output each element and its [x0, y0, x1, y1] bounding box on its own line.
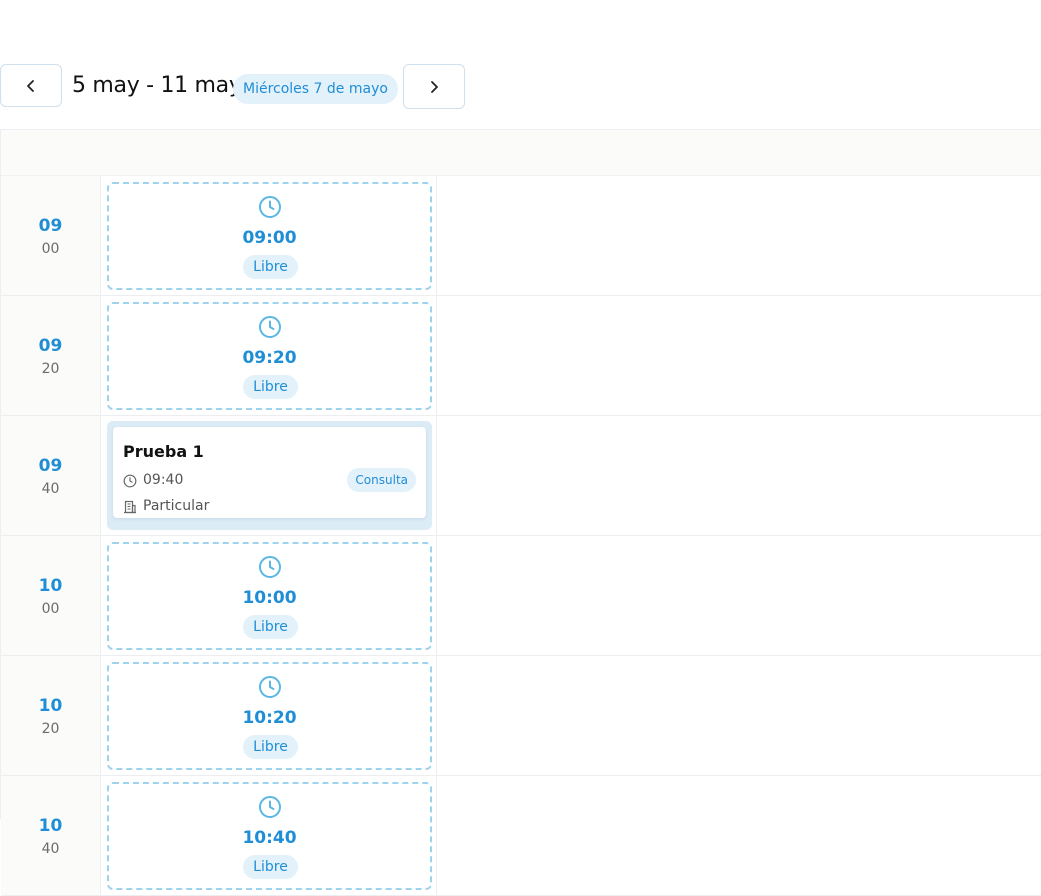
slot-clock: [258, 795, 282, 819]
appointment-type-badge: Consulta: [347, 468, 416, 492]
chevron-right-icon: [431, 80, 438, 93]
schedule-grid: 09 00 09:00 Libre 09 20 09:20 Libre 09 4…: [0, 129, 1041, 896]
time-hour: 10: [38, 696, 63, 716]
slot-status-badge: Libre: [243, 375, 298, 399]
slot-clock: [258, 555, 282, 579]
slot-status-badge: Libre: [243, 855, 298, 879]
schedule-row: 09 40 Prueba 1 09:40 Consulta Particular: [1, 416, 1041, 536]
time-hour: 09: [38, 456, 63, 476]
time-minute: 20: [41, 361, 60, 377]
free-slot[interactable]: 09:20 Libre: [107, 302, 432, 410]
appointment-time: 09:40: [143, 472, 184, 488]
time-minute: 40: [41, 841, 60, 857]
slot-cell: 09:20 Libre: [101, 296, 437, 415]
slot-clock: [258, 195, 282, 219]
free-slot[interactable]: 09:00 Libre: [107, 182, 432, 290]
slot-clock: [258, 675, 282, 699]
slot-time: 10:00: [242, 588, 297, 608]
time-label: 10 40: [1, 776, 101, 895]
time-hour: 09: [38, 336, 63, 356]
time-label: 10 00: [1, 536, 101, 655]
appointment-card[interactable]: Prueba 1 09:40 Consulta Particular: [113, 427, 426, 518]
slot-time: 10:20: [242, 708, 297, 728]
time-hour: 10: [38, 576, 63, 596]
free-slot[interactable]: 10:40 Libre: [107, 782, 432, 890]
time-minute: 40: [41, 481, 60, 497]
schedule-row: 10 20 10:20 Libre: [1, 656, 1041, 776]
calendar-toolbar: 5 may - 11 may Miércoles 7 de mayo: [0, 64, 1041, 109]
appointment-time-icon: [123, 473, 137, 488]
schedule-row: 09 20 09:20 Libre: [1, 296, 1041, 416]
time-minute: 00: [41, 241, 60, 257]
schedule-row: 10 40 10:40 Libre: [1, 776, 1041, 896]
slot-cell: 09:00 Libre: [101, 176, 437, 295]
clock-icon: [259, 796, 281, 818]
week-range-title: 5 may - 11 may: [72, 73, 242, 98]
time-minute: 20: [41, 721, 60, 737]
schedule-rows: 09 00 09:00 Libre 09 20 09:20 Libre 09 4…: [1, 176, 1041, 896]
schedule-row: 10 00 10:00 Libre: [1, 536, 1041, 656]
schedule-row: 09 00 09:00 Libre: [1, 176, 1041, 296]
slot-time: 09:20: [242, 348, 297, 368]
free-slot[interactable]: 10:20 Libre: [107, 662, 432, 770]
time-hour: 10: [38, 816, 63, 836]
clock-icon: [123, 474, 137, 488]
slot-status-badge: Libre: [243, 255, 298, 279]
previous-week-button[interactable]: [0, 64, 62, 107]
chevron-left-icon: [27, 79, 34, 92]
appointment-slot: Prueba 1 09:40 Consulta Particular: [107, 421, 432, 530]
slot-status-badge: Libre: [243, 735, 298, 759]
free-slot[interactable]: 10:00 Libre: [107, 542, 432, 650]
time-hour: 09: [38, 216, 63, 236]
slot-cell: 10:40 Libre: [101, 776, 437, 895]
time-label: 09 20: [1, 296, 101, 415]
clock-icon: [259, 196, 281, 218]
slot-time: 10:40: [242, 828, 297, 848]
clock-icon: [259, 676, 281, 698]
time-label: 09 00: [1, 176, 101, 295]
clock-icon: [259, 316, 281, 338]
slot-cell: 10:00 Libre: [101, 536, 437, 655]
building-icon: [124, 500, 136, 514]
time-minute: 00: [41, 601, 60, 617]
appointment-insurance: Particular: [143, 498, 210, 514]
today-chip[interactable]: Miércoles 7 de mayo: [233, 74, 398, 104]
grid-header: [1, 130, 1041, 176]
slot-status-badge: Libre: [243, 615, 298, 639]
clock-icon: [259, 556, 281, 578]
slot-cell: 10:20 Libre: [101, 656, 437, 775]
time-label: 10 20: [1, 656, 101, 775]
slot-time: 09:00: [242, 228, 297, 248]
slot-clock: [258, 315, 282, 339]
time-label: 09 40: [1, 416, 101, 535]
appointment-title: Prueba 1: [123, 442, 204, 461]
slot-cell: Prueba 1 09:40 Consulta Particular: [101, 416, 437, 535]
next-week-button[interactable]: [403, 64, 465, 109]
appointment-insurance-icon: [123, 499, 137, 514]
